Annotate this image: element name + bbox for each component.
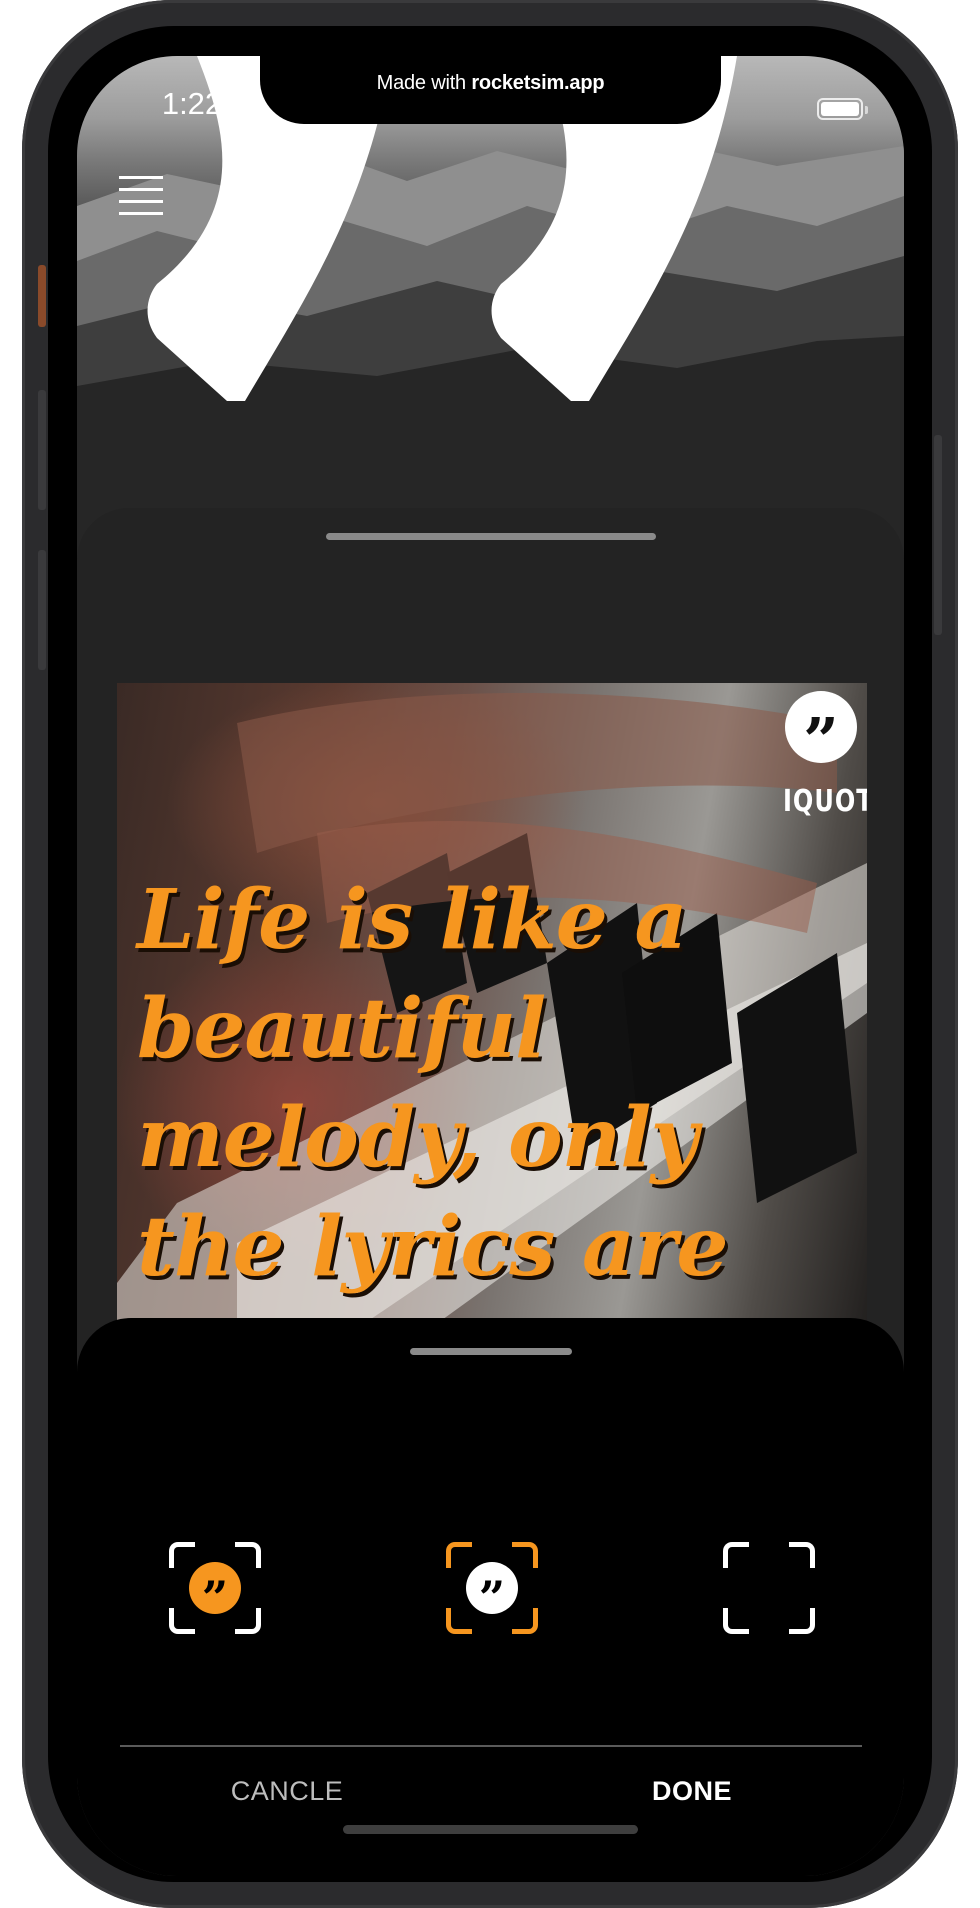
logo-style-option-none[interactable]	[723, 1542, 815, 1634]
sheet-grabber[interactable]	[326, 533, 656, 540]
panel-grabber[interactable]	[410, 1348, 572, 1355]
divider	[120, 1745, 862, 1747]
quote-card-preview: ” IQUOTE Life is like a beautiful melody…	[117, 683, 867, 1403]
quote-logo-icon: ”	[785, 691, 857, 777]
quote-mark-icon	[147, 56, 737, 401]
quote-logo-icon: ”	[189, 1562, 241, 1625]
device-notch: Made with rocketsim.app	[260, 56, 721, 124]
hamburger-menu-icon[interactable]	[119, 176, 165, 216]
header-background-image	[77, 56, 904, 576]
done-button[interactable]: DONE	[617, 1776, 767, 1816]
volume-up-button	[38, 390, 46, 510]
logo-style-option-white[interactable]: ”	[446, 1542, 538, 1634]
mute-switch	[38, 265, 46, 327]
logo-style-option-orange[interactable]: ”	[169, 1542, 261, 1634]
home-indicator[interactable]	[343, 1825, 638, 1834]
cancel-button[interactable]: CANCLE	[197, 1776, 377, 1816]
quote-logo-icon: ”	[466, 1562, 518, 1625]
power-button	[934, 435, 942, 635]
battery-icon	[817, 98, 868, 120]
logo-style-panel: ” ” CANCLE DONE	[77, 1318, 904, 1876]
status-time: 1:22	[161, 86, 223, 121]
logo-wordmark: IQUOTE	[783, 783, 867, 819]
rocketsim-banner: Made with rocketsim.app	[376, 72, 605, 94]
app-screen: Made with rocketsim.app 1:22 ” IQUOTE	[77, 56, 904, 1876]
iquote-logo: ” IQUOTE	[783, 691, 867, 819]
volume-down-button	[38, 550, 46, 670]
